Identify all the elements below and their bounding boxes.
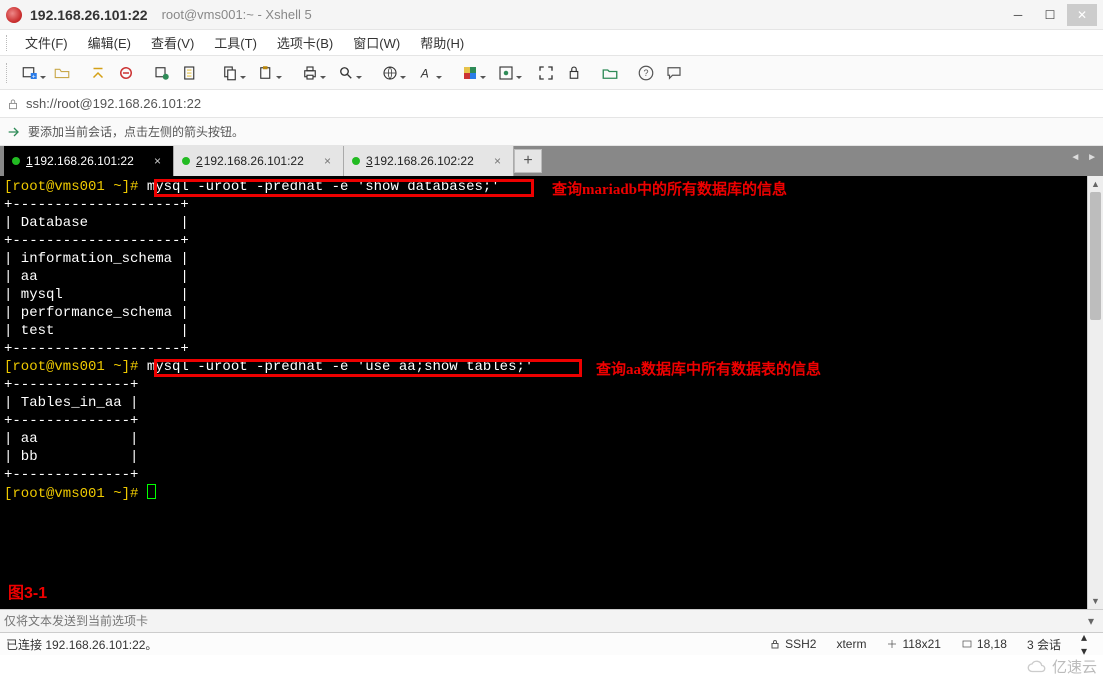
compose-input[interactable] bbox=[4, 614, 1083, 628]
svg-text:A: A bbox=[420, 66, 429, 80]
status-led-icon bbox=[352, 157, 360, 165]
status-sessions: 3 会话 bbox=[1017, 636, 1071, 653]
title-subtitle: root@vms001:~ - Xshell 5 bbox=[162, 7, 312, 22]
menu-view[interactable]: 查看(V) bbox=[141, 30, 204, 55]
address-text: ssh://root@192.168.26.101:22 bbox=[26, 96, 201, 111]
new-tab-button[interactable]: + bbox=[514, 149, 542, 173]
menu-edit[interactable]: 编辑(E) bbox=[78, 30, 141, 55]
help-button[interactable]: ? bbox=[633, 60, 659, 86]
compose-bar: ▾ bbox=[0, 609, 1103, 633]
properties-button[interactable] bbox=[177, 60, 203, 86]
cloud-icon bbox=[1026, 659, 1050, 675]
color-scheme-button[interactable] bbox=[453, 60, 487, 86]
menu-help[interactable]: 帮助(H) bbox=[410, 30, 474, 55]
scroll-thumb[interactable] bbox=[1090, 192, 1101, 320]
scroll-up-button[interactable]: ▲ bbox=[1088, 176, 1103, 192]
info-bar: 要添加当前会话，点击左侧的箭头按钮。 bbox=[0, 118, 1103, 146]
tab-close-button[interactable]: × bbox=[490, 154, 505, 168]
connect-button[interactable] bbox=[85, 60, 111, 86]
grip-icon bbox=[6, 35, 11, 51]
copy-button[interactable] bbox=[213, 60, 247, 86]
terminal-pane[interactable]: [root@vms001 ~]# mysql -uroot -predhat -… bbox=[0, 176, 1103, 609]
maximize-button[interactable]: ☐ bbox=[1035, 4, 1065, 26]
font-button[interactable]: A bbox=[409, 60, 443, 86]
app-logo-icon bbox=[6, 7, 22, 23]
tab-label: 192.168.26.101:22 bbox=[204, 154, 304, 168]
find-button[interactable] bbox=[329, 60, 363, 86]
menu-tabs[interactable]: 选项卡(B) bbox=[267, 30, 343, 55]
status-menu[interactable]: ▴▾ bbox=[1071, 630, 1097, 658]
lock-icon bbox=[6, 97, 20, 111]
address-bar[interactable]: ssh://root@192.168.26.101:22 bbox=[0, 90, 1103, 118]
encoding-button[interactable] bbox=[373, 60, 407, 86]
session-tab-2[interactable]: 2 192.168.26.101:22 × bbox=[174, 146, 344, 176]
scroll-down-button[interactable]: ▼ bbox=[1088, 593, 1103, 609]
menu-file[interactable]: 文件(F) bbox=[15, 30, 78, 55]
fullscreen-button[interactable] bbox=[533, 60, 559, 86]
svg-text:+: + bbox=[32, 73, 36, 80]
tab-nav-arrows[interactable]: ◄ ► bbox=[1070, 152, 1099, 163]
print-button[interactable] bbox=[293, 60, 327, 86]
terminal-output[interactable]: [root@vms001 ~]# mysql -uroot -predhat -… bbox=[0, 176, 1103, 609]
session-tab-3[interactable]: 3 192.168.26.102:22 × bbox=[344, 146, 514, 176]
status-led-icon bbox=[182, 157, 190, 165]
status-connection: 已连接 192.168.26.101:22。 bbox=[6, 636, 157, 653]
status-term: xterm bbox=[826, 637, 876, 651]
figure-label: 图3-1 bbox=[8, 579, 47, 603]
toolbar: + A ? bbox=[0, 56, 1103, 90]
grip-icon bbox=[6, 63, 11, 83]
terminal-scrollbar[interactable]: ▲ ▼ bbox=[1087, 176, 1103, 609]
disconnect-button[interactable] bbox=[113, 60, 139, 86]
open-button[interactable] bbox=[49, 60, 75, 86]
watermark: 亿速云 bbox=[1026, 656, 1097, 677]
status-led-icon bbox=[12, 157, 20, 165]
feedback-button[interactable] bbox=[661, 60, 687, 86]
close-button[interactable]: ✕ bbox=[1067, 4, 1097, 26]
session-tab-1[interactable]: 1 192.168.26.101:22 × bbox=[4, 146, 174, 176]
menu-window[interactable]: 窗口(W) bbox=[343, 30, 410, 55]
size-icon bbox=[886, 638, 898, 650]
transparency-button[interactable] bbox=[561, 60, 587, 86]
status-size: 118x21 bbox=[876, 637, 950, 651]
xftp-button[interactable] bbox=[597, 60, 623, 86]
info-text: 要添加当前会话，点击左侧的箭头按钮。 bbox=[28, 123, 244, 140]
title-bar: 192.168.26.101:22 root@vms001:~ - Xshell… bbox=[0, 0, 1103, 30]
tab-hotkey: 2 bbox=[196, 154, 203, 168]
title-ip: 192.168.26.101:22 bbox=[30, 7, 148, 23]
cursor-pos-icon bbox=[961, 638, 973, 650]
tab-close-button[interactable]: × bbox=[150, 154, 165, 168]
script-button[interactable] bbox=[489, 60, 523, 86]
menu-tools[interactable]: 工具(T) bbox=[204, 30, 267, 55]
minimize-button[interactable]: ─ bbox=[1003, 4, 1033, 26]
session-tabs: 1 192.168.26.101:22 × 2 192.168.26.101:2… bbox=[0, 146, 1103, 176]
tab-hotkey: 1 bbox=[26, 154, 33, 168]
compose-target-dropdown[interactable]: ▾ bbox=[1083, 614, 1099, 628]
paste-button[interactable] bbox=[249, 60, 283, 86]
tab-close-button[interactable]: × bbox=[320, 154, 335, 168]
tab-hotkey: 3 bbox=[366, 154, 373, 168]
watermark-text: 亿速云 bbox=[1052, 656, 1097, 677]
tab-label: 192.168.26.101:22 bbox=[34, 154, 134, 168]
reconnect-button[interactable] bbox=[149, 60, 175, 86]
status-cursor: 18,18 bbox=[951, 637, 1017, 651]
status-bar: 已连接 192.168.26.101:22。 SSH2 xterm 118x21… bbox=[0, 633, 1103, 655]
new-session-button[interactable]: + bbox=[13, 60, 47, 86]
add-session-arrow-icon[interactable] bbox=[6, 124, 22, 140]
tab-label: 192.168.26.102:22 bbox=[374, 154, 474, 168]
svg-text:?: ? bbox=[643, 68, 648, 78]
menu-bar: 文件(F) 编辑(E) 查看(V) 工具(T) 选项卡(B) 窗口(W) 帮助(… bbox=[0, 30, 1103, 56]
status-protocol: SSH2 bbox=[759, 637, 826, 651]
lock-icon bbox=[769, 638, 781, 650]
